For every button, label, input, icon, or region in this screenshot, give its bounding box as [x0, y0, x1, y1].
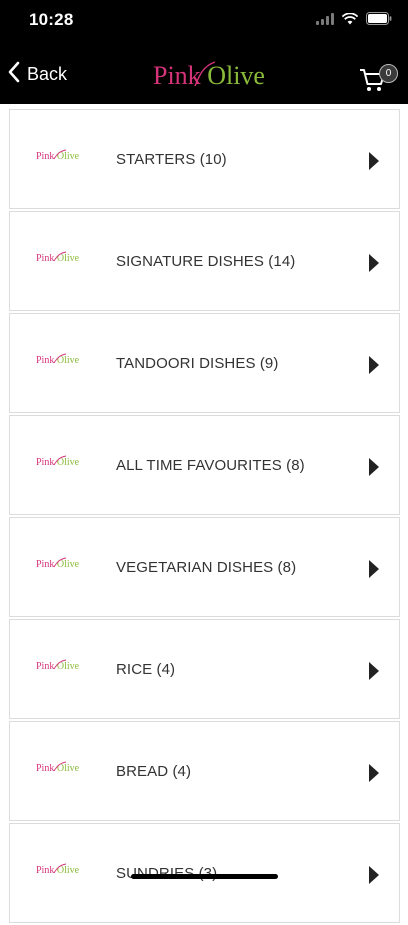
- logo-swash-icon: [194, 61, 216, 87]
- category-row-all-time-favourites[interactable]: Pink Olive ALL TIME FAVOURITES (8): [9, 415, 400, 515]
- category-row-vegetarian-dishes[interactable]: Pink Olive VEGETARIAN DISHES (8): [9, 517, 400, 617]
- category-label: TANDOORI DISHES (9): [116, 355, 279, 372]
- logo-swash-icon: [53, 863, 67, 874]
- category-label: BREAD (4): [116, 763, 192, 780]
- home-indicator[interactable]: [131, 874, 278, 879]
- row-logo: Pink Olive: [36, 146, 88, 168]
- chevron-right-icon: [369, 458, 379, 476]
- chevron-right-icon: [369, 866, 379, 884]
- row-logo-pink: Pink: [36, 457, 55, 468]
- row-logo-pink: Pink: [36, 355, 55, 366]
- category-row-tandoori-dishes[interactable]: Pink Olive TANDOORI DISHES (9): [9, 313, 400, 413]
- logo-swash-icon: [53, 455, 67, 466]
- status-time: 10:28: [29, 10, 74, 29]
- row-logo: Pink Olive: [36, 350, 88, 372]
- row-logo-pink: Pink: [36, 661, 55, 672]
- row-logo-pink: Pink: [36, 151, 55, 162]
- logo-swash-icon: [53, 659, 67, 670]
- cart-count-badge: 0: [379, 64, 398, 83]
- status-bar: 10:28: [0, 0, 408, 42]
- app-header: 10:28 Back Pink Olive 0: [0, 0, 408, 104]
- battery-icon: [366, 12, 392, 25]
- status-icons: [316, 12, 392, 25]
- row-logo: Pink Olive: [36, 248, 88, 270]
- logo-swash-icon: [53, 557, 67, 568]
- category-row-sundries[interactable]: Pink Olive SUNDRIES (3): [9, 823, 400, 923]
- chevron-right-icon: [369, 356, 379, 374]
- row-logo: Pink Olive: [36, 860, 88, 882]
- row-logo-pink: Pink: [36, 865, 55, 876]
- back-label: Back: [27, 63, 68, 84]
- back-button[interactable]: Back: [7, 58, 67, 90]
- row-logo-pink: Pink: [36, 763, 55, 774]
- chevron-right-icon: [369, 764, 379, 782]
- logo-swash-icon: [53, 251, 67, 262]
- category-row-rice[interactable]: Pink Olive RICE (4): [9, 619, 400, 719]
- logo-swash-icon: [53, 149, 67, 160]
- wifi-icon: [342, 12, 358, 25]
- category-list: Pink Olive STARTERS (10) Pink Olive SIGN…: [9, 109, 400, 925]
- navigation-bar: Back Pink Olive 0: [0, 48, 408, 104]
- row-logo-pink: Pink: [36, 559, 55, 570]
- chevron-right-icon: [369, 254, 379, 272]
- cart-button[interactable]: 0: [358, 60, 398, 96]
- cellular-signal-icon: [316, 12, 334, 25]
- category-label: ALL TIME FAVOURITES (8): [116, 457, 305, 474]
- category-label: VEGETARIAN DISHES (8): [116, 559, 297, 576]
- row-logo-pink: Pink: [36, 253, 55, 264]
- logo-swash-icon: [53, 353, 67, 364]
- row-logo: Pink Olive: [36, 656, 88, 678]
- row-logo: Pink Olive: [36, 554, 88, 576]
- category-row-bread[interactable]: Pink Olive BREAD (4): [9, 721, 400, 821]
- chevron-right-icon: [369, 662, 379, 680]
- category-row-signature-dishes[interactable]: Pink Olive SIGNATURE DISHES (14): [9, 211, 400, 311]
- category-label: STARTERS (10): [116, 151, 227, 168]
- chevron-right-icon: [369, 560, 379, 578]
- logo-swash-icon: [53, 761, 67, 772]
- chevron-left-icon: [7, 61, 21, 88]
- category-label: RICE (4): [116, 661, 176, 678]
- row-logo: Pink Olive: [36, 452, 88, 474]
- row-logo: Pink Olive: [36, 758, 88, 780]
- chevron-right-icon: [369, 152, 379, 170]
- category-label: SIGNATURE DISHES (14): [116, 253, 296, 270]
- category-row-starters[interactable]: Pink Olive STARTERS (10): [9, 109, 400, 209]
- brand-logo: Pink Olive: [153, 58, 265, 94]
